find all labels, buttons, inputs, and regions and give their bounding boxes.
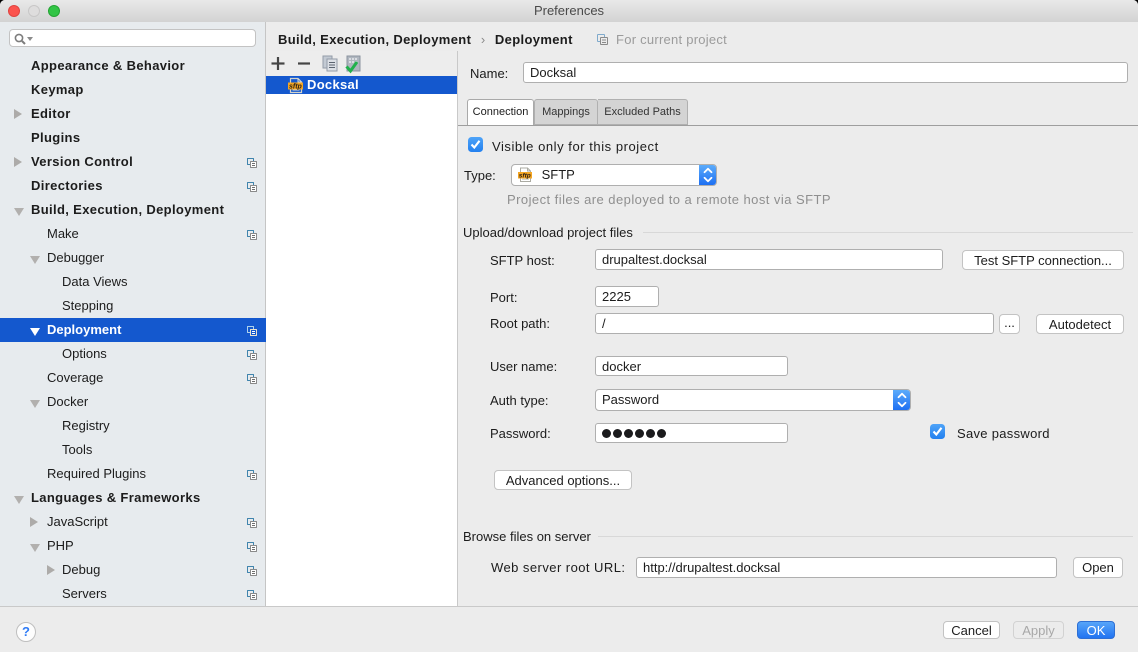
svg-text:sftp: sftp xyxy=(289,84,303,91)
svg-text:sftp: sftp xyxy=(519,172,531,179)
